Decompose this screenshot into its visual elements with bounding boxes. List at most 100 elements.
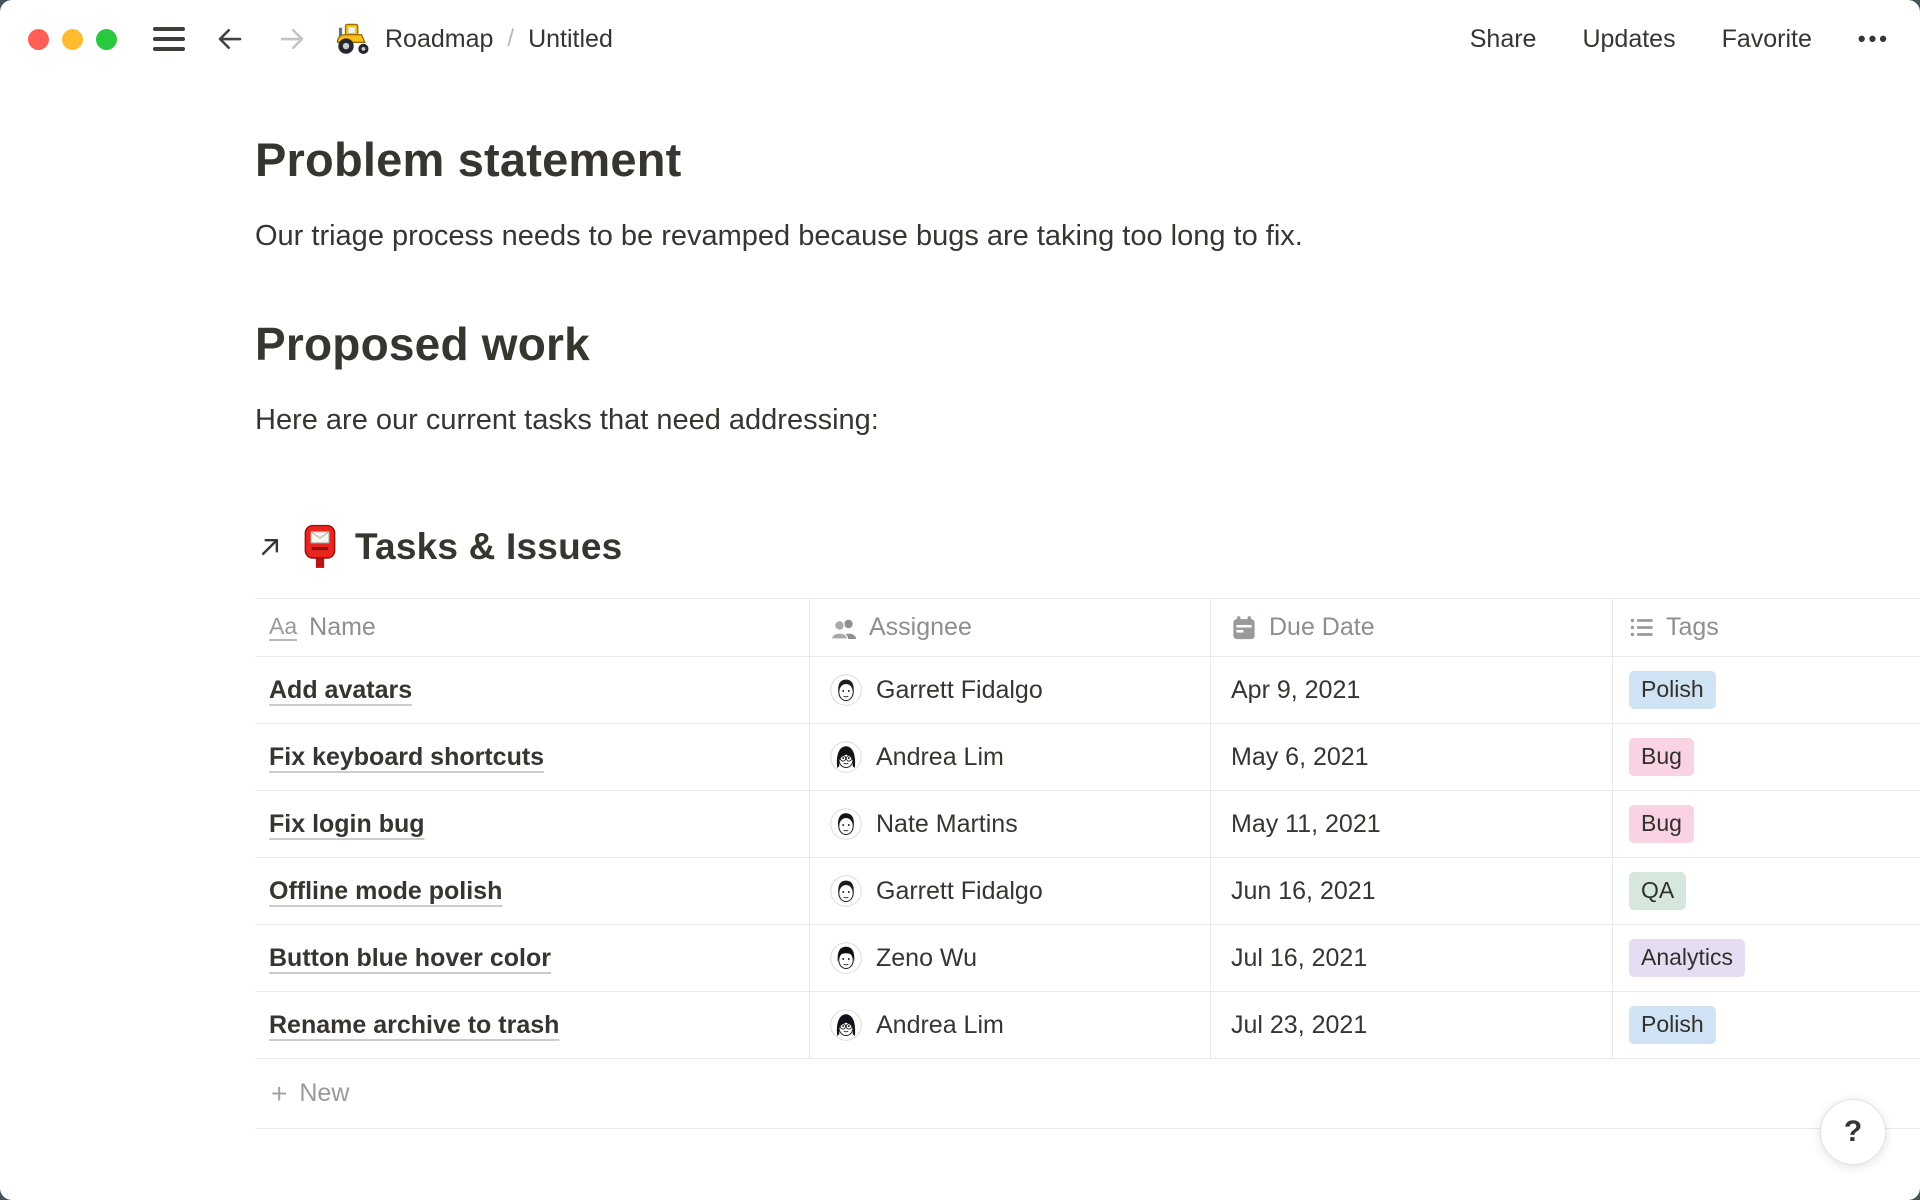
tag-pill[interactable]: Analytics	[1629, 939, 1745, 977]
task-name-link[interactable]: Button blue hover color	[269, 944, 551, 973]
new-row-label: New	[299, 1079, 349, 1108]
close-button[interactable]	[28, 29, 49, 50]
tag-pill[interactable]: QA	[1629, 872, 1686, 910]
task-name-cell[interactable]: Offline mode polish	[255, 858, 809, 924]
postbox-icon	[301, 524, 339, 570]
tag-pill[interactable]: Bug	[1629, 738, 1694, 776]
table-row: Offline mode polish Garrett Fidalgo Jun 16…	[255, 858, 1920, 925]
column-header-due-date[interactable]: Due Date	[1210, 599, 1612, 656]
tractor-icon	[335, 23, 373, 55]
breadcrumb-current[interactable]: Untitled	[528, 25, 613, 54]
text-icon: Aa	[269, 615, 297, 641]
page-content: Problem statement Our triage process nee…	[0, 132, 1920, 1129]
table-row: Button blue hover color Zeno Wu Jul 16, 20…	[255, 925, 1920, 992]
assignee-avatar	[830, 674, 862, 706]
task-name-cell[interactable]: Fix login bug	[255, 791, 809, 857]
due-date-cell[interactable]: May 11, 2021	[1210, 791, 1612, 857]
table-row: Rename archive to trash Andrea Lim Jul 23,…	[255, 992, 1920, 1059]
tags-cell[interactable]: Bug	[1612, 724, 1920, 790]
tags-cell[interactable]: QA	[1612, 858, 1920, 924]
database-title[interactable]: Tasks & Issues	[355, 526, 622, 568]
assignee-avatar	[830, 1009, 862, 1041]
column-header-label: Name	[309, 613, 376, 642]
column-header-tags[interactable]: Tags	[1612, 599, 1920, 656]
tags-cell[interactable]: Polish	[1612, 657, 1920, 723]
assignee-name: Garrett Fidalgo	[876, 676, 1043, 705]
back-arrow-icon	[213, 24, 247, 54]
assignee-cell[interactable]: Andrea Lim	[809, 724, 1210, 790]
person-icon	[830, 615, 857, 641]
breadcrumb-separator: /	[507, 25, 514, 53]
assignee-cell[interactable]: Zeno Wu	[809, 925, 1210, 991]
zoom-button[interactable]	[96, 29, 117, 50]
due-date-cell[interactable]: Jun 16, 2021	[1210, 858, 1612, 924]
task-name-cell[interactable]: Add avatars	[255, 657, 809, 723]
table-body: Add avatars Garrett Fidalgo Apr 9, 2021 Pol…	[255, 657, 1920, 1059]
tag-pill[interactable]: Bug	[1629, 805, 1694, 843]
column-header-label: Assignee	[869, 613, 972, 642]
help-button[interactable]: ?	[1820, 1099, 1886, 1165]
breadcrumb-root[interactable]: Roadmap	[385, 25, 493, 54]
assignee-cell[interactable]: Garrett Fidalgo	[809, 858, 1210, 924]
paragraph-problem[interactable]: Our triage process needs to be revamped …	[255, 218, 1920, 254]
task-name-link[interactable]: Rename archive to trash	[269, 1011, 559, 1040]
new-row-button[interactable]: + New	[255, 1059, 1920, 1129]
sidebar-menu-icon[interactable]	[153, 27, 185, 51]
assignee-cell[interactable]: Garrett Fidalgo	[809, 657, 1210, 723]
due-date-cell[interactable]: Apr 9, 2021	[1210, 657, 1612, 723]
tasks-table: Aa Name Assignee Due Date Tags Add avatars Ga…	[255, 598, 1920, 1129]
table-row: Add avatars Garrett Fidalgo Apr 9, 2021 Pol…	[255, 657, 1920, 724]
back-button[interactable]	[213, 24, 247, 54]
minimize-button[interactable]	[62, 29, 83, 50]
column-header-name[interactable]: Aa Name	[255, 599, 809, 656]
task-name-link[interactable]: Fix keyboard shortcuts	[269, 743, 544, 772]
plus-icon: +	[271, 1080, 287, 1108]
task-name-cell[interactable]: Rename archive to trash	[255, 992, 809, 1058]
table-row: Fix login bug Nate Martins May 11, 2021 Bug	[255, 791, 1920, 858]
tags-cell[interactable]: Analytics	[1612, 925, 1920, 991]
share-button[interactable]: Share	[1470, 25, 1537, 54]
assignee-name: Andrea Lim	[876, 743, 1004, 772]
heading-problem-statement[interactable]: Problem statement	[255, 132, 1920, 188]
updates-button[interactable]: Updates	[1582, 25, 1675, 54]
task-name-link[interactable]: Offline mode polish	[269, 877, 502, 906]
tag-pill[interactable]: Polish	[1629, 1006, 1716, 1044]
breadcrumb: Roadmap / Untitled	[335, 23, 613, 55]
due-date-cell[interactable]: Jul 23, 2021	[1210, 992, 1612, 1058]
forward-button[interactable]	[275, 24, 309, 54]
traffic-lights	[28, 29, 117, 50]
tag-pill[interactable]: Polish	[1629, 671, 1716, 709]
more-options-button[interactable]: •••	[1858, 26, 1890, 52]
assignee-name: Nate Martins	[876, 810, 1018, 839]
assignee-name: Garrett Fidalgo	[876, 877, 1043, 906]
assignee-avatar	[830, 875, 862, 907]
due-date-cell[interactable]: Jul 16, 2021	[1210, 925, 1612, 991]
due-date-value: Jul 16, 2021	[1231, 944, 1367, 973]
titlebar-actions: Share Updates Favorite •••	[1470, 25, 1890, 54]
due-date-cell[interactable]: May 6, 2021	[1210, 724, 1612, 790]
task-name-link[interactable]: Add avatars	[269, 676, 412, 705]
assignee-cell[interactable]: Nate Martins	[809, 791, 1210, 857]
assignee-avatar	[830, 808, 862, 840]
open-linked-database-button[interactable]	[255, 532, 285, 562]
table-row: Fix keyboard shortcuts Andrea Lim May 6, 2…	[255, 724, 1920, 791]
column-header-assignee[interactable]: Assignee	[809, 599, 1210, 656]
assignee-cell[interactable]: Andrea Lim	[809, 992, 1210, 1058]
paragraph-proposed[interactable]: Here are our current tasks that need add…	[255, 402, 1920, 438]
assignee-avatar	[830, 741, 862, 773]
task-name-cell[interactable]: Fix keyboard shortcuts	[255, 724, 809, 790]
task-name-link[interactable]: Fix login bug	[269, 810, 425, 839]
assignee-name: Zeno Wu	[876, 944, 977, 973]
help-question-mark: ?	[1844, 1115, 1862, 1149]
due-date-value: May 11, 2021	[1231, 810, 1381, 839]
tags-cell[interactable]: Polish	[1612, 992, 1920, 1058]
list-icon	[1629, 615, 1654, 640]
database-title-block: Tasks & Issues	[255, 524, 1920, 570]
task-name-cell[interactable]: Button blue hover color	[255, 925, 809, 991]
assignee-name: Andrea Lim	[876, 1011, 1004, 1040]
heading-proposed-work[interactable]: Proposed work	[255, 317, 1920, 372]
column-header-label: Tags	[1666, 613, 1719, 642]
due-date-value: Jul 23, 2021	[1231, 1011, 1367, 1040]
tags-cell[interactable]: Bug	[1612, 791, 1920, 857]
favorite-button[interactable]: Favorite	[1722, 25, 1812, 54]
